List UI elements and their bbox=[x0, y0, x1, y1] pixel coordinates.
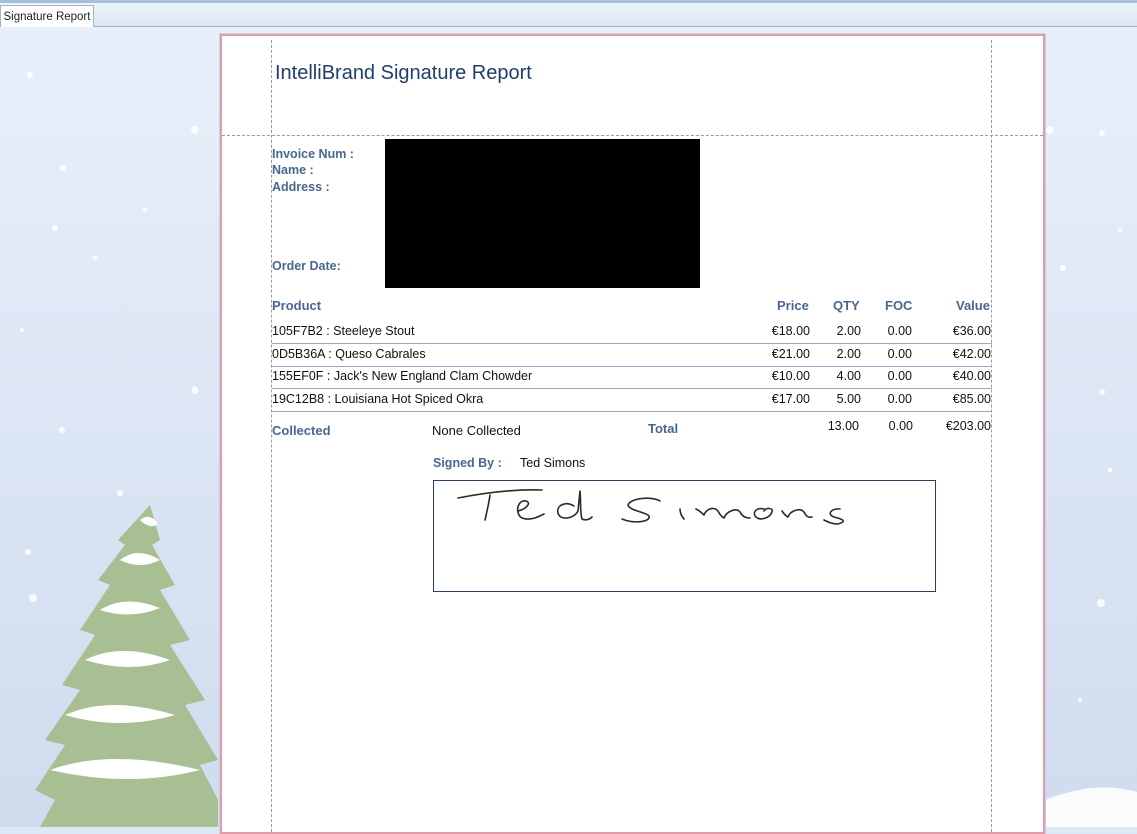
tab-bar: Signature Report bbox=[0, 0, 1137, 27]
collected-value: None Collected bbox=[432, 423, 521, 438]
foc-cell: 0.00 bbox=[887, 369, 912, 383]
product-cell: 0D5B36A : Queso Cabrales bbox=[272, 347, 426, 361]
qty-cell: 5.00 bbox=[836, 392, 861, 406]
value-cell: €42.00 bbox=[952, 347, 991, 361]
table-row: 105F7B2 : Steeleye Stout €18.00 2.00 0.0… bbox=[272, 321, 992, 343]
address-label: Address : bbox=[272, 180, 330, 194]
tab-signature-report[interactable]: Signature Report bbox=[0, 5, 94, 27]
signed-by-value: Ted Simons bbox=[520, 456, 586, 470]
signed-by-label: Signed By : bbox=[433, 456, 502, 470]
qty-cell: 2.00 bbox=[836, 324, 861, 338]
total-label: Total bbox=[648, 421, 679, 436]
table-bottom-line bbox=[272, 411, 992, 412]
redacted-customer-details bbox=[385, 139, 700, 288]
price-cell: €18.00 bbox=[771, 324, 810, 338]
column-header-price: Price bbox=[777, 298, 809, 313]
price-cell: €10.00 bbox=[771, 369, 810, 383]
foc-cell: 0.00 bbox=[887, 347, 912, 361]
qty-cell: 2.00 bbox=[836, 347, 861, 361]
name-label: Name : bbox=[272, 163, 314, 177]
price-cell: €17.00 bbox=[771, 392, 810, 406]
foc-cell: 0.00 bbox=[887, 392, 912, 406]
right-margin-guide bbox=[991, 40, 992, 832]
order-date-label: Order Date: bbox=[272, 259, 341, 273]
value-cell: €85.00 bbox=[952, 392, 991, 406]
qty-cell: 4.00 bbox=[836, 369, 861, 383]
product-cell: 155EF0F : Jack's New England Clam Chowde… bbox=[272, 369, 533, 383]
invoice-num-label: Invoice Num : bbox=[272, 147, 354, 161]
foc-cell: 0.00 bbox=[887, 324, 912, 338]
value-cell: €40.00 bbox=[952, 369, 991, 383]
column-header-value: Value bbox=[956, 298, 990, 313]
collected-label: Collected bbox=[272, 423, 331, 438]
handwritten-signature bbox=[457, 489, 845, 525]
column-header-foc: FOC bbox=[885, 298, 913, 313]
product-cell: 105F7B2 : Steeleye Stout bbox=[272, 324, 415, 338]
product-cell: 19C12B8 : Louisiana Hot Spiced Okra bbox=[272, 392, 484, 406]
header-section-guide bbox=[222, 135, 1043, 136]
price-cell: €21.00 bbox=[771, 347, 810, 361]
report-page: IntelliBrand Signature Report Invoice Nu… bbox=[220, 34, 1045, 834]
table-row: 0D5B36A : Queso Cabrales €21.00 2.00 0.0… bbox=[272, 344, 992, 366]
total-value: €203.00 bbox=[945, 419, 991, 433]
column-header-qty: QTY bbox=[833, 298, 860, 313]
total-foc: 0.00 bbox=[888, 419, 913, 433]
report-title: IntelliBrand Signature Report bbox=[275, 62, 532, 84]
tab-label: Signature Report bbox=[3, 10, 91, 23]
column-header-product: Product bbox=[272, 298, 322, 313]
value-cell: €36.00 bbox=[952, 324, 991, 338]
total-qty: 13.00 bbox=[827, 419, 859, 433]
table-row: 155EF0F : Jack's New England Clam Chowde… bbox=[272, 366, 992, 388]
table-row: 19C12B8 : Louisiana Hot Spiced Okra €17.… bbox=[272, 389, 992, 411]
signature-box bbox=[433, 480, 936, 592]
